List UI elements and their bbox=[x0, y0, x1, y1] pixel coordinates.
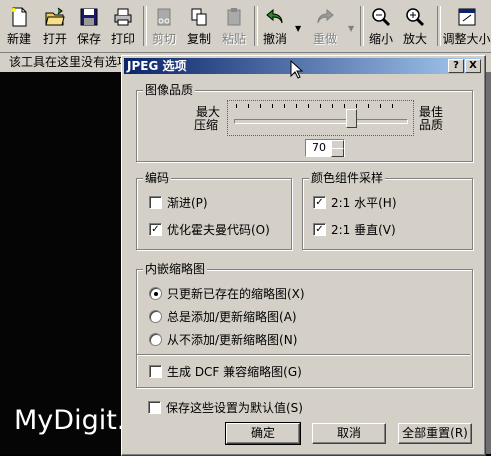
toolbar: 新建 打开 保存 打印 剪切 复制 粘贴 撤消 ▼ 重做 ▼ 缩小 放大 调整大… bbox=[0, 0, 491, 53]
thumbnail-divider bbox=[137, 354, 470, 356]
quality-group: 图像品质 最大 压缩 最佳 品质 70 bbox=[136, 83, 473, 162]
ok-button[interactable]: 确定 bbox=[225, 422, 301, 445]
vertical-checkbox[interactable]: ✓ bbox=[313, 223, 326, 236]
redo-dropdown-icon[interactable]: ▼ bbox=[348, 24, 354, 33]
magnifier-minus-icon bbox=[372, 8, 391, 27]
toolbar-separator bbox=[360, 6, 364, 46]
slider-thumb[interactable] bbox=[345, 109, 357, 128]
quality-spinner[interactable]: 70 bbox=[305, 139, 345, 157]
toolbar-separator bbox=[143, 6, 147, 46]
resize-button[interactable]: 调整大小 bbox=[442, 3, 491, 49]
jpeg-options-dialog: JPEG 选项 ? X 图像品质 最大 压缩 最佳 品质 70 编码 渐进(P)… bbox=[121, 55, 486, 456]
progressive-checkbox[interactable] bbox=[149, 196, 162, 209]
horizontal-label[interactable]: 2:1 水平(H) bbox=[331, 194, 397, 211]
redo-arrow-icon bbox=[317, 8, 334, 24]
encoding-group: 编码 渐进(P) ✓ 优化霍夫曼代码(O) bbox=[136, 171, 292, 250]
tool-options-text: 该工具在这里没有选项 bbox=[9, 55, 130, 69]
slider-track bbox=[234, 119, 408, 124]
undo-arrow-icon bbox=[266, 8, 283, 24]
new-file-icon bbox=[12, 7, 27, 27]
huffman-checkbox[interactable]: ✓ bbox=[149, 223, 162, 236]
encoding-group-title: 编码 bbox=[143, 171, 172, 185]
quality-value[interactable]: 70 bbox=[312, 141, 326, 154]
always-add-label[interactable]: 总是添加/更新缩略图(A) bbox=[167, 308, 297, 325]
undo-dropdown-icon[interactable]: ▼ bbox=[295, 24, 301, 33]
save-default-checkbox[interactable] bbox=[148, 401, 161, 414]
cut-icon bbox=[157, 8, 171, 26]
sampling-group-title: 颜色组件采样 bbox=[309, 171, 386, 185]
dcf-checkbox[interactable] bbox=[149, 365, 162, 378]
close-button[interactable]: X bbox=[465, 59, 481, 73]
open-button[interactable]: 打开 bbox=[40, 3, 70, 49]
huffman-label[interactable]: 优化霍夫曼代码(O) bbox=[167, 221, 270, 238]
paste-icon bbox=[227, 8, 241, 26]
quality-slider[interactable] bbox=[227, 100, 414, 136]
never-add-label[interactable]: 从不添加/更新缩略图(N) bbox=[167, 331, 297, 348]
toolbar-separator bbox=[437, 6, 441, 46]
horizontal-checkbox[interactable]: ✓ bbox=[313, 196, 326, 209]
copy-icon bbox=[191, 8, 207, 26]
print-button[interactable]: 打印 bbox=[108, 3, 138, 49]
quality-group-title: 图像品质 bbox=[143, 83, 196, 97]
paste-button[interactable]: 粘贴 bbox=[219, 3, 249, 49]
zoom-out-button[interactable]: 缩小 bbox=[366, 3, 396, 49]
toolbar-separator bbox=[254, 6, 258, 46]
progressive-label[interactable]: 渐进(P) bbox=[167, 194, 208, 211]
dcf-label[interactable]: 生成 DCF 兼容缩略图(G) bbox=[167, 363, 302, 380]
vertical-label[interactable]: 2:1 垂直(V) bbox=[331, 221, 396, 238]
radio-update-existing[interactable] bbox=[149, 287, 162, 300]
dialog-title: JPEG 选项 bbox=[127, 59, 187, 73]
save-button[interactable]: 保存 bbox=[74, 3, 104, 49]
sampling-group: 颜色组件采样 ✓ 2:1 水平(H) ✓ 2:1 垂直(V) bbox=[302, 171, 473, 250]
open-folder-icon bbox=[45, 7, 65, 26]
save-default-label[interactable]: 保存这些设置为默认值(S) bbox=[166, 399, 303, 416]
radio-never-add[interactable] bbox=[149, 333, 162, 346]
radio-always-add[interactable] bbox=[149, 310, 162, 323]
resize-icon bbox=[458, 8, 475, 26]
floppy-disk-icon bbox=[80, 8, 98, 26]
quality-label: 品质 bbox=[419, 118, 444, 132]
magnifier-plus-icon bbox=[406, 8, 425, 27]
new-button[interactable]: 新建 bbox=[4, 3, 34, 49]
thumbnail-group: 内嵌缩略图 只更新已存在的缩略图(X) 总是添加/更新缩略图(A) 从不添加/更… bbox=[136, 262, 473, 388]
thumbnail-group-title: 内嵌缩略图 bbox=[143, 262, 208, 276]
cancel-button[interactable]: 取消 bbox=[312, 423, 386, 444]
undo-button[interactable]: 撤消 bbox=[260, 3, 290, 49]
redo-button[interactable]: 重做 bbox=[308, 3, 342, 49]
reset-all-button[interactable]: 全部重置(R) bbox=[398, 423, 472, 444]
cut-button[interactable]: 剪切 bbox=[149, 3, 179, 49]
spin-down-button[interactable] bbox=[331, 148, 344, 157]
mouse-cursor-icon bbox=[290, 60, 304, 79]
slider-ticks bbox=[236, 104, 404, 108]
printer-icon bbox=[114, 8, 132, 26]
copy-button[interactable]: 复制 bbox=[184, 3, 214, 49]
compress-label: 压缩 bbox=[194, 118, 219, 132]
help-button[interactable]: ? bbox=[448, 59, 464, 73]
zoom-in-button[interactable]: 放大 bbox=[400, 3, 430, 49]
update-existing-label[interactable]: 只更新已存在的缩略图(X) bbox=[167, 285, 305, 302]
